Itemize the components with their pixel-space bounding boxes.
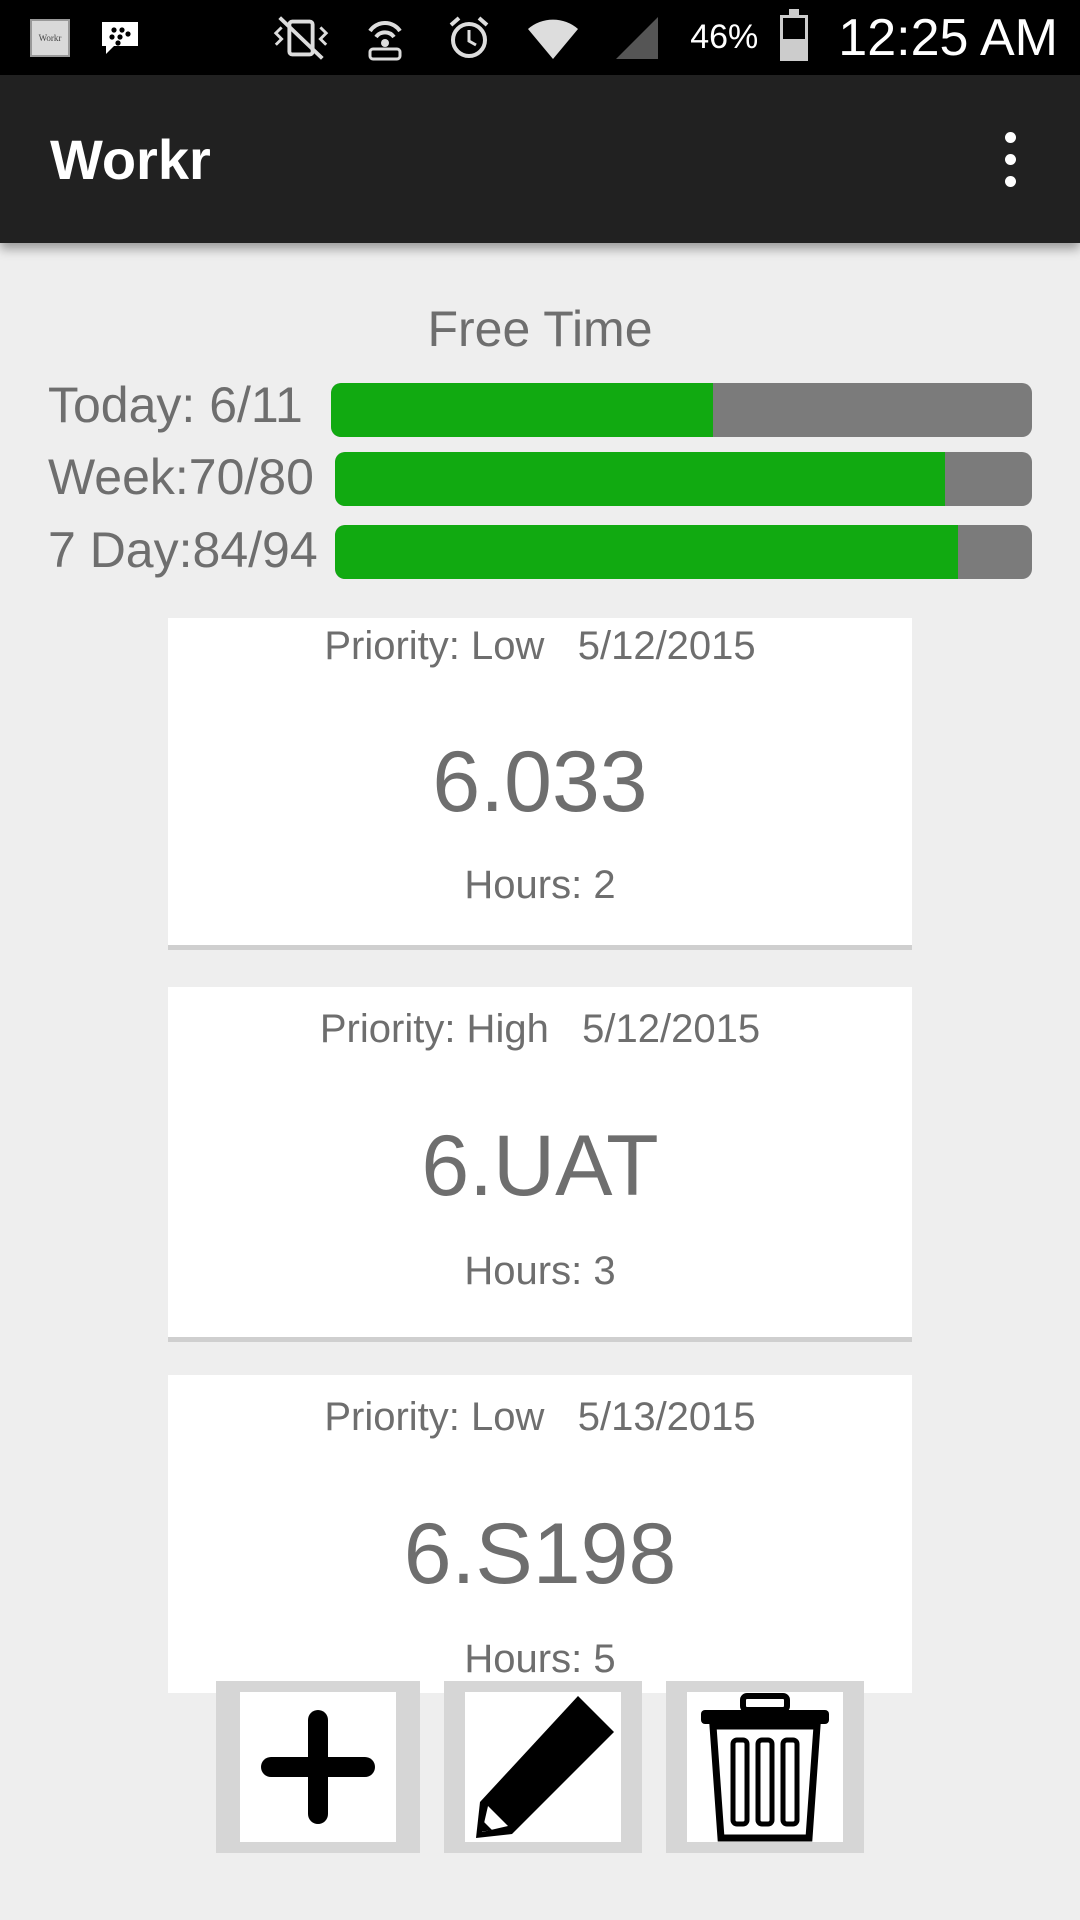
- task-card[interactable]: Priority: Low 5/13/2015 6.S198 Hours: 5: [168, 1375, 912, 1693]
- week-free-time-row: Week:70/80: [48, 447, 314, 507]
- task-priority: Priority: High: [319, 1007, 549, 1051]
- add-button-face: [240, 1692, 396, 1842]
- task-priority: Priority: Low: [324, 624, 545, 668]
- clock: 12:25 AM: [838, 8, 1058, 67]
- task-card[interactable]: Priority: Low 5/12/2015 6.033 Hours: 2: [168, 618, 912, 950]
- task-date: 5/13/2015: [577, 1395, 756, 1439]
- today-progress-fill: [331, 383, 714, 437]
- alarm-icon: [438, 15, 500, 61]
- signal-icon: [606, 15, 668, 61]
- task-meta: Priority: Low 5/12/2015: [168, 624, 912, 669]
- week-progress-bar: [335, 452, 1032, 506]
- seven-day-progress-bar: [335, 525, 1032, 579]
- task-name: 6.S198: [403, 1506, 677, 1602]
- week-label: Week:70/80: [48, 449, 314, 505]
- add-task-button[interactable]: [216, 1681, 420, 1853]
- task-card[interactable]: Priority: High 5/12/2015 6.UAT Hours: 3: [168, 987, 912, 1342]
- seven-day-free-time-row: 7 Day:84/94: [48, 520, 318, 580]
- status-bar: Workr 46% 12:25 AM: [0, 0, 1080, 75]
- app-icon-text: Workr: [38, 32, 62, 43]
- task-priority: Priority: Low: [324, 1395, 545, 1439]
- task-hours: Hours: 3: [464, 1249, 616, 1293]
- task-hours: Hours: 5: [464, 1637, 616, 1681]
- delete-button-face: [687, 1692, 843, 1842]
- seven-day-label: 7 Day:84/94: [48, 522, 318, 578]
- edit-button-face: [465, 1692, 621, 1842]
- app-title: Workr: [50, 127, 211, 191]
- battery-percent: 46%: [690, 18, 759, 56]
- workr-notification-icon: Workr: [30, 18, 70, 57]
- trash-icon: [701, 1693, 829, 1842]
- task-meta: Priority: High 5/12/2015: [168, 1007, 912, 1052]
- today-progress-bar: [331, 383, 1032, 437]
- task-hours: Hours: 2: [464, 863, 616, 907]
- task-list[interactable]: Priority: Low 5/12/2015 6.033 Hours: 2 P…: [168, 618, 912, 1693]
- plus-icon: [261, 1710, 375, 1824]
- edit-task-button[interactable]: [444, 1681, 642, 1853]
- hotspot-icon: [354, 15, 416, 61]
- battery-icon: [780, 8, 809, 61]
- task-name: 6.033: [432, 734, 648, 830]
- delete-task-button[interactable]: [666, 1681, 864, 1853]
- week-progress-fill: [335, 452, 945, 506]
- overflow-menu-icon[interactable]: [990, 131, 1030, 187]
- task-date: 5/12/2015: [577, 624, 756, 668]
- vibrate-mute-icon: [270, 15, 332, 61]
- task-name: 6.UAT: [421, 1118, 659, 1214]
- task-meta: Priority: Low 5/13/2015: [168, 1395, 912, 1440]
- wifi-icon: [522, 15, 584, 61]
- task-date: 5/12/2015: [582, 1007, 761, 1051]
- today-label: Today: 6/11: [48, 377, 303, 433]
- pencil-icon: [476, 1696, 614, 1838]
- app-bar: Workr: [0, 75, 1080, 243]
- bbm-message-icon: [100, 20, 140, 56]
- seven-day-progress-fill: [335, 525, 959, 579]
- today-free-time-row: Today: 6/11: [48, 375, 303, 435]
- free-time-heading: Free Time: [427, 301, 653, 357]
